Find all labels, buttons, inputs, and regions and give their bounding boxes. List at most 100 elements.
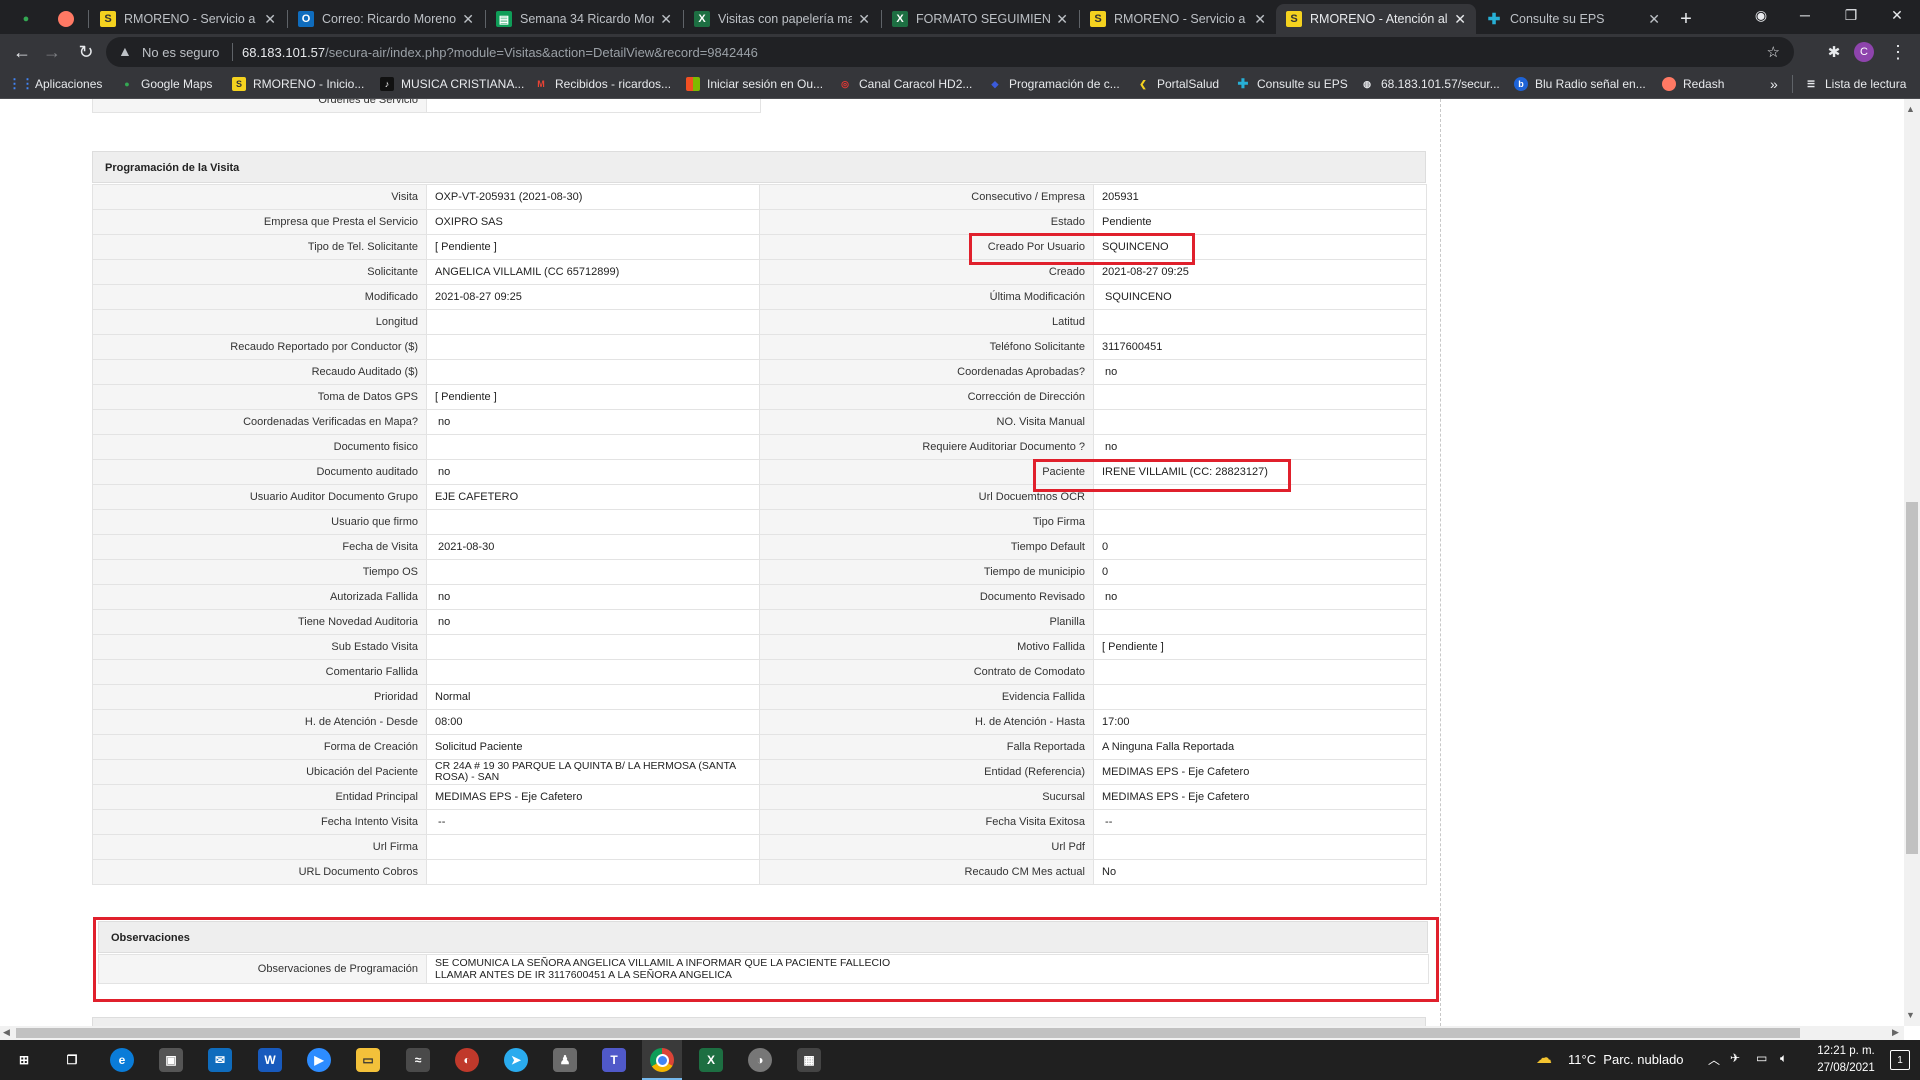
zoom-icon[interactable]: ▶ [307,1048,331,1072]
vertical-scroll-thumb[interactable] [1906,502,1918,854]
reload-icon[interactable]: ↻ [72,38,100,66]
telegram-icon[interactable]: ➤ [504,1048,528,1072]
teams-icon[interactable]: T [602,1048,626,1072]
store-icon[interactable]: ▣ [159,1048,183,1072]
kebab-menu-icon[interactable]: ⋮ [1884,38,1912,66]
close-tab-icon[interactable]: ✕ [660,11,672,28]
tab-title: RMORENO - Atención al [1310,12,1448,26]
reading-list-button[interactable]: ☰ Lista de lectura [1804,75,1906,93]
field-label: Tipo Firma [759,509,1094,535]
field-label: Fecha Visita Exitosa [759,809,1094,835]
field-label: Entidad Principal [92,784,427,810]
tab-search-icon[interactable]: ◉ [1738,0,1784,30]
detail-row: Comentario Fallida Contrato de Comodato [92,659,1427,685]
tab[interactable]: S RMORENO - Servicio a D ✕ [90,4,286,34]
app-icon[interactable]: ♟ [553,1048,577,1072]
bookmark-google-maps[interactable]: ● Google Maps [120,75,212,93]
tab[interactable]: O Correo: Ricardo Moreno ✕ [288,4,484,34]
bookmark-portalsalud[interactable]: ❮ PortalSalud [1136,75,1219,93]
bookmark-outlook-login[interactable]: Iniciar sesión en Ou... [686,75,823,93]
scroll-left-arrow-icon[interactable]: ◀ [3,1027,10,1038]
field-label: Url Firma [92,834,427,860]
file-explorer-icon[interactable]: ▭ [356,1048,380,1072]
scroll-up-arrow-icon[interactable]: ▲ [1906,104,1915,114]
detail-row: Entidad Principal MEDIMAS EPS - Eje Cafet… [92,784,1427,810]
notification-center-icon[interactable]: 1 [1890,1050,1910,1070]
tab-active[interactable]: S RMORENO - Atención al ✕ [1276,4,1476,34]
mail-icon[interactable]: ✉ [208,1048,232,1072]
url-text[interactable]: 68.183.101.57/secura-air/index.php?modul… [242,45,758,60]
close-tab-icon[interactable]: ✕ [858,11,870,28]
restore-icon[interactable]: ❐ [1828,0,1874,30]
bookmark-eps[interactable]: ✚ Consulte su EPS [1236,75,1348,93]
profile-avatar[interactable]: C [1850,38,1878,66]
field-value: 2021-08-27 09:25 [426,284,760,310]
more-bookmarks-button[interactable]: » [1770,75,1778,93]
detail-row: Coordenadas Verificadas en Mapa? no NO. V… [92,409,1427,435]
calculator-icon[interactable]: ▦ [797,1048,821,1072]
close-tab-icon[interactable]: ✕ [264,11,276,28]
tab[interactable]: S RMORENO - Servicio a D ✕ [1080,4,1276,34]
forward-arrow-icon[interactable]: → [38,38,66,66]
minimize-icon[interactable]: ─ [1782,0,1828,30]
close-tab-icon[interactable]: ✕ [1056,11,1068,28]
gmail-icon: M [537,79,545,89]
tab[interactable]: X FORMATO SEGUIMIENTO ✕ [882,4,1078,34]
scroll-right-arrow-icon[interactable]: ▶ [1892,1027,1899,1038]
tab[interactable]: ✚ Consulte su EPS ✕ [1476,4,1670,34]
app-icon[interactable]: ◑ [748,1048,772,1072]
weather-icon[interactable]: ☁ [1536,1048,1552,1068]
url-host: 68.183.101.57 [242,45,326,60]
extensions-puzzle-icon[interactable]: ✱ [1820,38,1848,66]
task-view-icon[interactable]: ❐ [60,1048,84,1072]
horizontal-scroll-thumb[interactable] [16,1028,1800,1038]
security-label[interactable]: No es seguro [142,45,219,60]
bookmark-caracol[interactable]: ◎ Canal Caracol HD2... [838,75,972,93]
tab-pinned-maps[interactable]: ● [8,4,46,34]
field-label: Tiene Novedad Auditoria [92,609,427,635]
address-bar[interactable]: ▲ No es seguro 68.183.101.57/secura-air/… [106,37,1794,67]
weather-text[interactable]: 11°C Parc. nublado [1568,1052,1684,1067]
tab[interactable]: ▤ Semana 34 Ricardo More ✕ [486,4,682,34]
tray-chevron-icon[interactable]: ︿ [1708,1051,1720,1068]
field-label: Documento fisico [92,434,427,460]
field-value [1093,609,1427,635]
field-label: NO. Visita Manual [759,409,1094,435]
clock-time[interactable]: 12:21 p. m. [1806,1045,1886,1057]
bookmark-secura[interactable]: ◍ 68.183.101.57/secur... [1360,75,1500,93]
chrome-icon[interactable] [650,1048,674,1072]
close-tab-icon[interactable]: ✕ [1254,11,1266,28]
warning-triangle-icon[interactable]: ▲ [118,43,132,59]
detail-row: Fecha de Visita 2021-08-30 Tiempo Default… [92,534,1427,560]
tab-pinned-redash[interactable] [48,4,86,34]
bookmark-blu-radio[interactable]: b Blu Radio señal en... [1514,75,1646,93]
bookmark-gmail[interactable]: M Recibidos - ricardos... [534,75,671,93]
app-icon[interactable]: ≈ [406,1048,430,1072]
field-value: 3117600451 [1093,334,1427,360]
excel-icon[interactable]: X [699,1048,723,1072]
bookmark-musica[interactable]: ♪ MUSICA CRISTIANA... [380,75,524,93]
tray-app-icon[interactable]: ✈ [1730,1051,1740,1065]
app-icon[interactable]: ◐ [455,1048,479,1072]
close-window-icon[interactable]: ✕ [1874,0,1920,30]
close-tab-icon[interactable]: ✕ [1454,11,1466,28]
tab[interactable]: X Visitas con papelería ma ✕ [684,4,880,34]
edge-icon[interactable]: e [110,1048,134,1072]
redash-icon [1662,77,1676,91]
volume-icon[interactable]: 🔈︎ [1780,1051,1787,1066]
schedule-icon: ◆ [991,78,999,89]
close-tab-icon[interactable]: ✕ [1648,11,1660,28]
bookmark-rmoreno[interactable]: S RMORENO - Inicio... [232,75,364,93]
network-icon[interactable]: ▭ [1756,1051,1767,1065]
windows-start-icon[interactable]: ⊞ [12,1048,36,1072]
scroll-down-arrow-icon[interactable]: ▼ [1906,1010,1915,1020]
clock-date[interactable]: 27/08/2021 [1806,1062,1886,1074]
bookmark-redash[interactable]: Redash [1662,75,1724,93]
new-tab-button[interactable]: + [1672,4,1700,34]
bookmark-programacion[interactable]: ◆ Programación de c... [988,75,1120,93]
close-tab-icon[interactable]: ✕ [462,11,474,28]
back-arrow-icon[interactable]: ← [8,38,36,66]
star-icon[interactable]: ☆ [1767,43,1780,61]
word-icon[interactable]: W [258,1048,282,1072]
bookmark-apps[interactable]: ⋮⋮ Aplicaciones [8,75,102,93]
